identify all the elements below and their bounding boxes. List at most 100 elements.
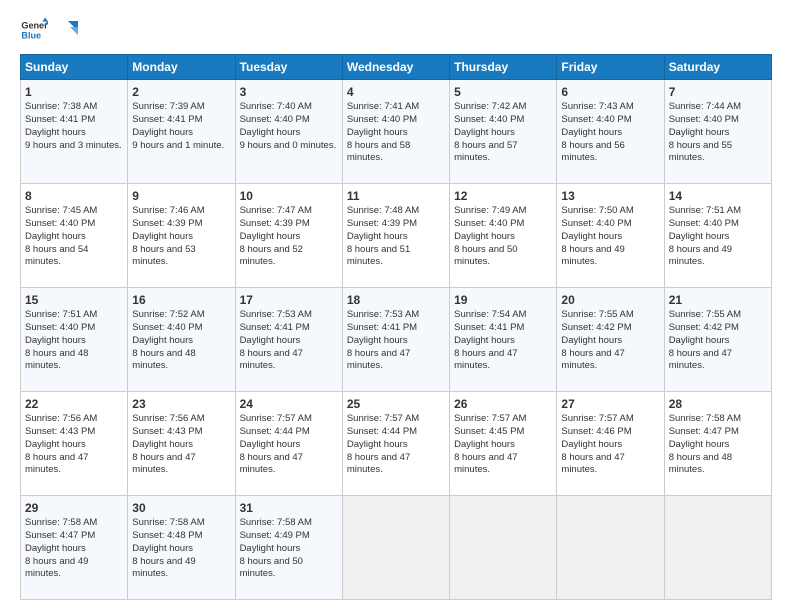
sunrise-label: Sunrise: 7:55 AM: [561, 309, 633, 320]
daylight-value: 8 hours and 49 minutes.: [561, 244, 624, 268]
sunrise-label: Sunrise: 7:47 AM: [240, 205, 312, 216]
calendar-cell: 17Sunrise: 7:53 AMSunset: 4:41 PMDayligh…: [235, 288, 342, 392]
daylight-label: Daylight hours: [347, 335, 408, 346]
sunrise-label: Sunrise: 7:58 AM: [240, 517, 312, 528]
daylight-value: 8 hours and 47 minutes.: [561, 348, 624, 372]
calendar-cell: 16Sunrise: 7:52 AMSunset: 4:40 PMDayligh…: [128, 288, 235, 392]
day-number: 8: [25, 188, 123, 204]
sunset-label: Sunset: 4:46 PM: [561, 426, 631, 437]
day-number: 13: [561, 188, 659, 204]
day-number: 31: [240, 500, 338, 516]
daylight-value: 8 hours and 50 minutes.: [240, 556, 303, 580]
sunset-label: Sunset: 4:44 PM: [240, 426, 310, 437]
sunrise-label: Sunrise: 7:53 AM: [347, 309, 419, 320]
day-number: 1: [25, 84, 123, 100]
day-number: 20: [561, 292, 659, 308]
sunrise-label: Sunrise: 7:54 AM: [454, 309, 526, 320]
daylight-value: 8 hours and 47 minutes.: [240, 348, 303, 372]
sunset-label: Sunset: 4:41 PM: [454, 322, 524, 333]
sunrise-label: Sunrise: 7:41 AM: [347, 101, 419, 112]
header: General Blue: [20, 16, 772, 44]
daylight-label: Daylight hours: [132, 439, 193, 450]
daylight-label: Daylight hours: [240, 231, 301, 242]
daylight-value: 8 hours and 47 minutes.: [347, 452, 410, 476]
calendar-cell: 20Sunrise: 7:55 AMSunset: 4:42 PMDayligh…: [557, 288, 664, 392]
daylight-value: 8 hours and 47 minutes.: [347, 348, 410, 372]
calendar-cell: 9Sunrise: 7:46 AMSunset: 4:39 PMDaylight…: [128, 184, 235, 288]
daylight-value: 8 hours and 51 minutes.: [347, 244, 410, 268]
daylight-label: Daylight hours: [347, 231, 408, 242]
sunset-label: Sunset: 4:40 PM: [132, 322, 202, 333]
daylight-label: Daylight hours: [240, 335, 301, 346]
day-number: 4: [347, 84, 445, 100]
calendar-cell: 23Sunrise: 7:56 AMSunset: 4:43 PMDayligh…: [128, 392, 235, 496]
calendar-cell: 1Sunrise: 7:38 AMSunset: 4:41 PMDaylight…: [21, 80, 128, 184]
day-number: 30: [132, 500, 230, 516]
col-header-sunday: Sunday: [21, 55, 128, 80]
svg-text:General: General: [21, 21, 48, 31]
calendar-cell: [664, 496, 771, 600]
sunrise-label: Sunrise: 7:57 AM: [561, 413, 633, 424]
daylight-label: Daylight hours: [347, 127, 408, 138]
sunset-label: Sunset: 4:41 PM: [347, 322, 417, 333]
daylight-value: 8 hours and 55 minutes.: [669, 140, 732, 164]
svg-text:Blue: Blue: [21, 30, 41, 40]
sunrise-label: Sunrise: 7:44 AM: [669, 101, 741, 112]
sunrise-label: Sunrise: 7:51 AM: [669, 205, 741, 216]
sunset-label: Sunset: 4:40 PM: [240, 114, 310, 125]
sunrise-label: Sunrise: 7:57 AM: [240, 413, 312, 424]
logo-arrow-icon: [56, 19, 78, 41]
daylight-value: 8 hours and 47 minutes.: [454, 348, 517, 372]
logo: General Blue: [20, 16, 78, 44]
sunset-label: Sunset: 4:47 PM: [669, 426, 739, 437]
daylight-label: Daylight hours: [561, 231, 622, 242]
daylight-value: 8 hours and 47 minutes.: [25, 452, 88, 476]
calendar-cell: 7Sunrise: 7:44 AMSunset: 4:40 PMDaylight…: [664, 80, 771, 184]
daylight-value: 8 hours and 48 minutes.: [132, 348, 195, 372]
sunrise-label: Sunrise: 7:57 AM: [347, 413, 419, 424]
calendar-cell: 6Sunrise: 7:43 AMSunset: 4:40 PMDaylight…: [557, 80, 664, 184]
sunrise-label: Sunrise: 7:50 AM: [561, 205, 633, 216]
daylight-label: Daylight hours: [561, 335, 622, 346]
calendar-cell: 21Sunrise: 7:55 AMSunset: 4:42 PMDayligh…: [664, 288, 771, 392]
daylight-value: 8 hours and 57 minutes.: [454, 140, 517, 164]
daylight-label: Daylight hours: [240, 543, 301, 554]
daylight-label: Daylight hours: [25, 231, 86, 242]
daylight-label: Daylight hours: [454, 127, 515, 138]
sunset-label: Sunset: 4:48 PM: [132, 530, 202, 541]
daylight-value: 8 hours and 52 minutes.: [240, 244, 303, 268]
day-number: 7: [669, 84, 767, 100]
page: General Blue SundayMondayTuesdayWednesda…: [0, 0, 792, 612]
daylight-value: 8 hours and 48 minutes.: [25, 348, 88, 372]
sunrise-label: Sunrise: 7:53 AM: [240, 309, 312, 320]
sunset-label: Sunset: 4:40 PM: [561, 218, 631, 229]
sunset-label: Sunset: 4:41 PM: [25, 114, 95, 125]
sunrise-label: Sunrise: 7:52 AM: [132, 309, 204, 320]
sunset-label: Sunset: 4:40 PM: [454, 218, 524, 229]
daylight-value: 9 hours and 3 minutes.: [25, 140, 122, 151]
daylight-label: Daylight hours: [669, 335, 730, 346]
calendar-cell: 24Sunrise: 7:57 AMSunset: 4:44 PMDayligh…: [235, 392, 342, 496]
daylight-label: Daylight hours: [454, 335, 515, 346]
daylight-value: 8 hours and 47 minutes.: [240, 452, 303, 476]
sunset-label: Sunset: 4:45 PM: [454, 426, 524, 437]
day-number: 28: [669, 396, 767, 412]
col-header-thursday: Thursday: [450, 55, 557, 80]
sunrise-label: Sunrise: 7:56 AM: [25, 413, 97, 424]
sunset-label: Sunset: 4:42 PM: [669, 322, 739, 333]
daylight-label: Daylight hours: [25, 335, 86, 346]
sunset-label: Sunset: 4:40 PM: [669, 218, 739, 229]
day-number: 29: [25, 500, 123, 516]
day-number: 27: [561, 396, 659, 412]
sunrise-label: Sunrise: 7:58 AM: [132, 517, 204, 528]
col-header-friday: Friday: [557, 55, 664, 80]
calendar-cell: 31Sunrise: 7:58 AM Sunset: 4:49 PM Dayligh…: [235, 496, 342, 600]
sunset-label: Sunset: 4:49 PM: [240, 530, 310, 541]
sunset-label: Sunset: 4:41 PM: [132, 114, 202, 125]
calendar-cell: 27Sunrise: 7:57 AMSunset: 4:46 PMDayligh…: [557, 392, 664, 496]
sunset-label: Sunset: 4:40 PM: [454, 114, 524, 125]
daylight-label: Daylight hours: [669, 127, 730, 138]
daylight-value: 8 hours and 58 minutes.: [347, 140, 410, 164]
sunrise-label: Sunrise: 7:58 AM: [669, 413, 741, 424]
calendar-cell: [450, 496, 557, 600]
